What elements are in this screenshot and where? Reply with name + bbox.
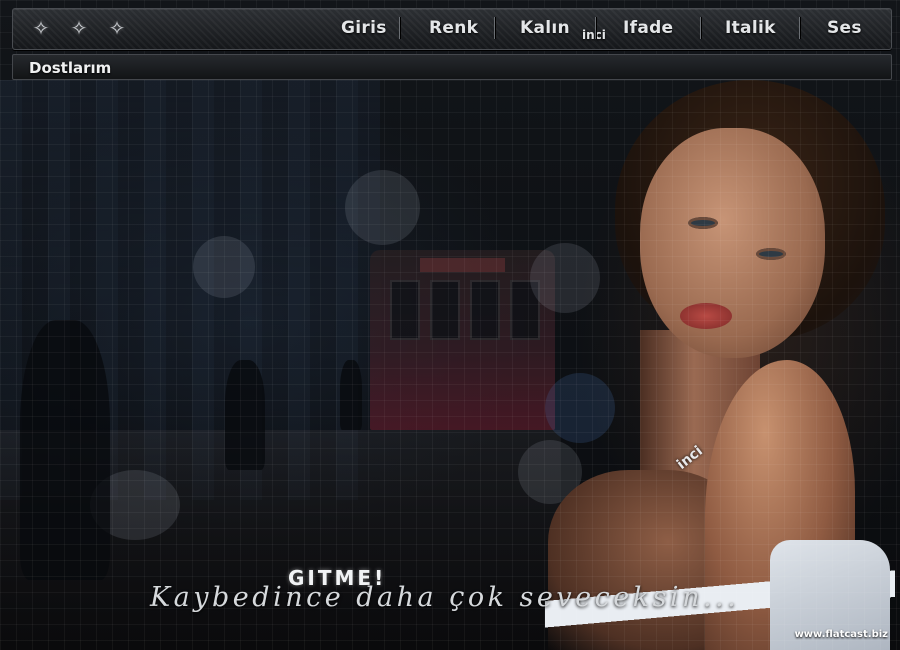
nav-item-italik[interactable]: Italik bbox=[725, 18, 776, 38]
diamond-ornament-icon: ✧ bbox=[32, 18, 50, 40]
nav-inci-label: inci bbox=[582, 28, 606, 42]
friends-bar: Dostlarım bbox=[12, 54, 892, 80]
nav-separator bbox=[799, 17, 800, 39]
top-nav-bar: ✧ ✧ ✧ Giris Renk Kalın inci Ifade Italik… bbox=[12, 8, 892, 50]
ornaments: ✧ ✧ ✧ bbox=[29, 15, 129, 43]
nav-item-giris[interactable]: Giris bbox=[341, 18, 387, 38]
diamond-ornament-icon: ✧ bbox=[108, 18, 126, 40]
nav-item-ifade[interactable]: Ifade bbox=[623, 18, 673, 38]
tagline-text: Kaybedince daha çok seveceksin... bbox=[150, 582, 740, 613]
watermark: www.flatcast.biz bbox=[794, 629, 888, 640]
nav-separator bbox=[595, 17, 596, 39]
nav-item-kalin[interactable]: Kalın bbox=[520, 18, 570, 38]
diamond-ornament-icon: ✧ bbox=[70, 18, 88, 40]
friends-link[interactable]: Dostlarım bbox=[29, 59, 111, 77]
nav-item-ses[interactable]: Ses bbox=[827, 18, 862, 38]
nav-item-renk[interactable]: Renk bbox=[429, 18, 478, 38]
nav-separator bbox=[399, 17, 400, 39]
background-photo bbox=[0, 0, 900, 650]
nav-separator bbox=[700, 17, 701, 39]
grid-overlay bbox=[0, 0, 900, 650]
nav-separator bbox=[494, 17, 495, 39]
